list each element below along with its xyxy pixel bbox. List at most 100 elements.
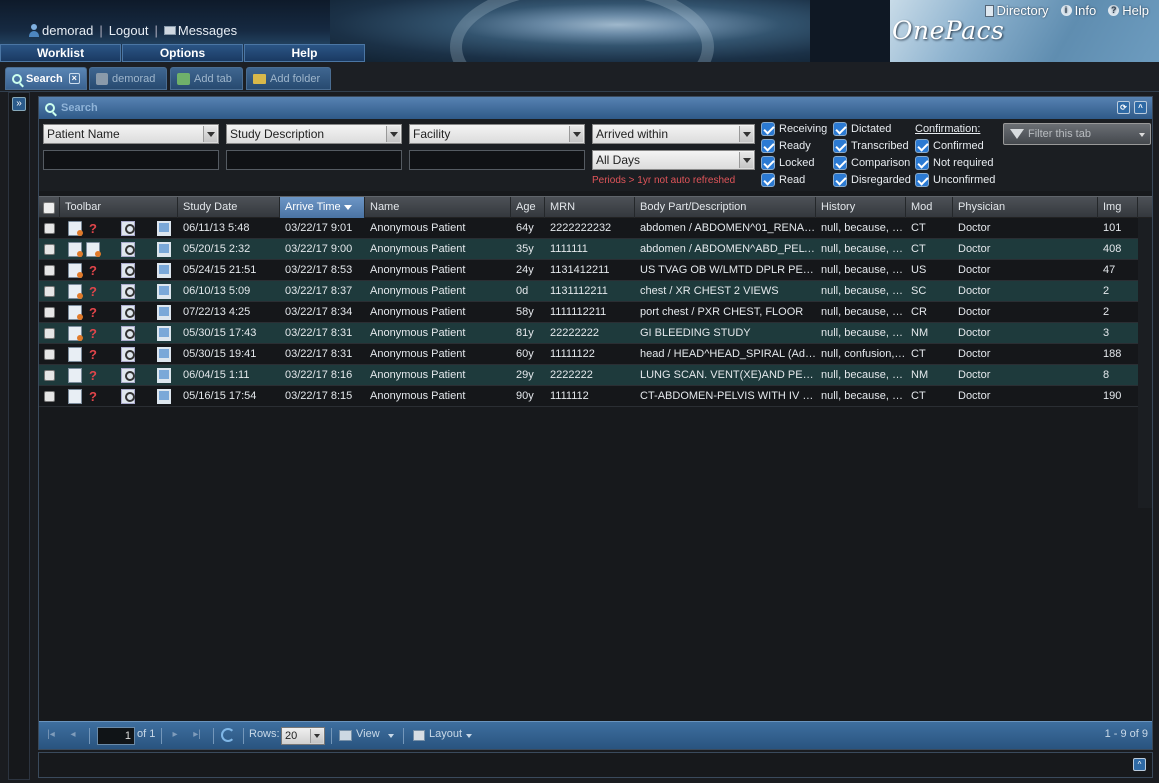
filter-tab-button[interactable]: Filter this tab [1003, 123, 1151, 145]
table-row[interactable]: 05/30/15 19:41 03/22/17 8:31 Anonymous Pat… [39, 344, 1138, 365]
checkbox-disregarded[interactable]: Disregarded [833, 173, 911, 187]
row-checkbox[interactable] [44, 286, 55, 297]
table-row[interactable]: 05/16/15 17:54 03/22/17 8:15 Anonymous Pat… [39, 386, 1138, 407]
vertical-scrollbar[interactable] [1138, 218, 1152, 508]
column-img[interactable]: Img [1098, 197, 1138, 218]
question-icon[interactable] [86, 389, 100, 404]
report-icon[interactable] [68, 389, 82, 404]
question-icon[interactable] [86, 347, 100, 362]
checkbox-ready[interactable]: Ready [761, 139, 811, 153]
arrived-within-select[interactable]: Arrived within [592, 124, 755, 144]
refresh-panel-icon[interactable]: ⟳ [1117, 101, 1130, 114]
question-icon[interactable] [86, 305, 100, 320]
row-checkbox[interactable] [44, 370, 55, 381]
layout-menu[interactable]: Layout [429, 728, 462, 740]
user-link[interactable]: demorad [28, 23, 93, 38]
column-name[interactable]: Name [365, 197, 511, 218]
page-number-input[interactable]: 1 [97, 727, 135, 745]
checkbox-receiving[interactable]: Receiving [761, 122, 827, 136]
tab-demorad[interactable]: demorad [89, 67, 167, 90]
checkbox-comparison[interactable]: Comparison [833, 156, 910, 170]
column-age[interactable]: Age [511, 197, 545, 218]
viewer-icon[interactable] [157, 389, 171, 404]
checkbox-unconfirmed[interactable]: Unconfirmed [915, 173, 995, 187]
viewer-icon[interactable] [157, 284, 171, 299]
view-menu[interactable]: View [356, 728, 380, 740]
preview-icon[interactable] [121, 326, 135, 341]
question-icon[interactable] [86, 368, 100, 383]
preview-icon[interactable] [121, 389, 135, 404]
viewer-icon[interactable] [157, 326, 171, 341]
preview-icon[interactable] [121, 263, 135, 278]
first-page-icon[interactable]: |◂ [45, 729, 57, 741]
preview-icon[interactable] [121, 305, 135, 320]
help-link[interactable]: ? Help [1108, 3, 1149, 18]
preview-icon[interactable] [121, 221, 135, 236]
report-icon[interactable] [68, 347, 82, 362]
next-page-icon[interactable]: ▸ [169, 729, 181, 741]
table-row[interactable]: 07/22/13 4:25 03/22/17 8:34 Anonymous Pati… [39, 302, 1138, 323]
days-select[interactable]: All Days [592, 150, 755, 170]
viewer-icon[interactable] [157, 305, 171, 320]
viewer-icon[interactable] [157, 368, 171, 383]
collapse-icon[interactable]: ^ [1134, 101, 1147, 114]
menu-options[interactable]: Options [122, 44, 243, 62]
row-checkbox[interactable] [44, 391, 55, 402]
checkbox-transcribed[interactable]: Transcribed [833, 139, 909, 153]
preview-icon[interactable] [121, 284, 135, 299]
viewer-icon[interactable] [157, 221, 171, 236]
report-icon[interactable] [68, 221, 83, 236]
report-icon[interactable] [68, 284, 83, 299]
study-description-input[interactable] [226, 150, 402, 170]
rows-per-page-select[interactable]: 20 [281, 727, 325, 745]
column-study-date[interactable]: Study Date [178, 197, 280, 218]
prev-page-icon[interactable]: ◂ [67, 729, 79, 741]
patient-name-select[interactable]: Patient Name [43, 124, 219, 144]
checkbox-dictated[interactable]: Dictated [833, 122, 891, 136]
viewer-icon[interactable] [157, 263, 171, 278]
table-row[interactable]: 06/04/15 1:11 03/22/17 8:16 Anonymous Pati… [39, 365, 1138, 386]
column-history[interactable]: History [816, 197, 906, 218]
table-row[interactable]: 05/30/15 17:43 03/22/17 8:31 Anonymous Pat… [39, 323, 1138, 344]
refresh-icon[interactable] [221, 728, 235, 742]
last-page-icon[interactable]: ▸| [191, 729, 203, 741]
checkbox-not-required[interactable]: Not required [915, 156, 994, 170]
checkbox-confirmed[interactable]: Confirmed [915, 139, 984, 153]
study-description-select[interactable]: Study Description [226, 124, 402, 144]
menu-worklist[interactable]: Worklist [0, 44, 121, 62]
column-arrive-time[interactable]: Arrive Time [280, 197, 365, 218]
close-tab-icon[interactable]: × [68, 73, 80, 84]
report-icon[interactable] [68, 263, 83, 278]
question-icon[interactable] [86, 221, 100, 236]
report-icon[interactable] [68, 242, 83, 257]
tab-add-folder[interactable]: Add folder [246, 67, 331, 90]
row-checkbox[interactable] [44, 244, 55, 255]
viewer-icon[interactable] [157, 347, 171, 362]
row-checkbox[interactable] [44, 265, 55, 276]
facility-input[interactable] [409, 150, 585, 170]
expand-icon[interactable]: » [12, 97, 26, 111]
question-icon[interactable] [86, 284, 100, 299]
table-row[interactable]: 05/20/15 2:32 03/22/17 9:00 Anonymous Pati… [39, 239, 1138, 260]
checkbox-locked[interactable]: Locked [761, 156, 814, 170]
facility-select[interactable]: Facility [409, 124, 585, 144]
tab-add-tab[interactable]: Add tab [170, 67, 243, 90]
tab-search[interactable]: Search × [5, 67, 87, 90]
report-icon[interactable] [86, 242, 101, 257]
report-icon[interactable] [68, 305, 83, 320]
report-icon[interactable] [68, 326, 83, 341]
column-toolbar[interactable]: Toolbar [60, 197, 178, 218]
messages-link[interactable]: Messages [163, 23, 237, 38]
column-mod[interactable]: Mod [906, 197, 953, 218]
row-checkbox[interactable] [44, 307, 55, 318]
logout-link[interactable]: Logout [109, 23, 149, 38]
viewer-icon[interactable] [157, 242, 171, 257]
preview-icon[interactable] [121, 347, 135, 362]
row-checkbox[interactable] [44, 328, 55, 339]
info-link[interactable]: i Info [1060, 3, 1096, 18]
preview-icon[interactable] [121, 368, 135, 383]
header-select-all[interactable] [39, 197, 60, 218]
checkbox-read[interactable]: Read [761, 173, 805, 187]
row-checkbox[interactable] [44, 223, 55, 234]
table-row[interactable]: 06/10/13 5:09 03/22/17 8:37 Anonymous Pati… [39, 281, 1138, 302]
